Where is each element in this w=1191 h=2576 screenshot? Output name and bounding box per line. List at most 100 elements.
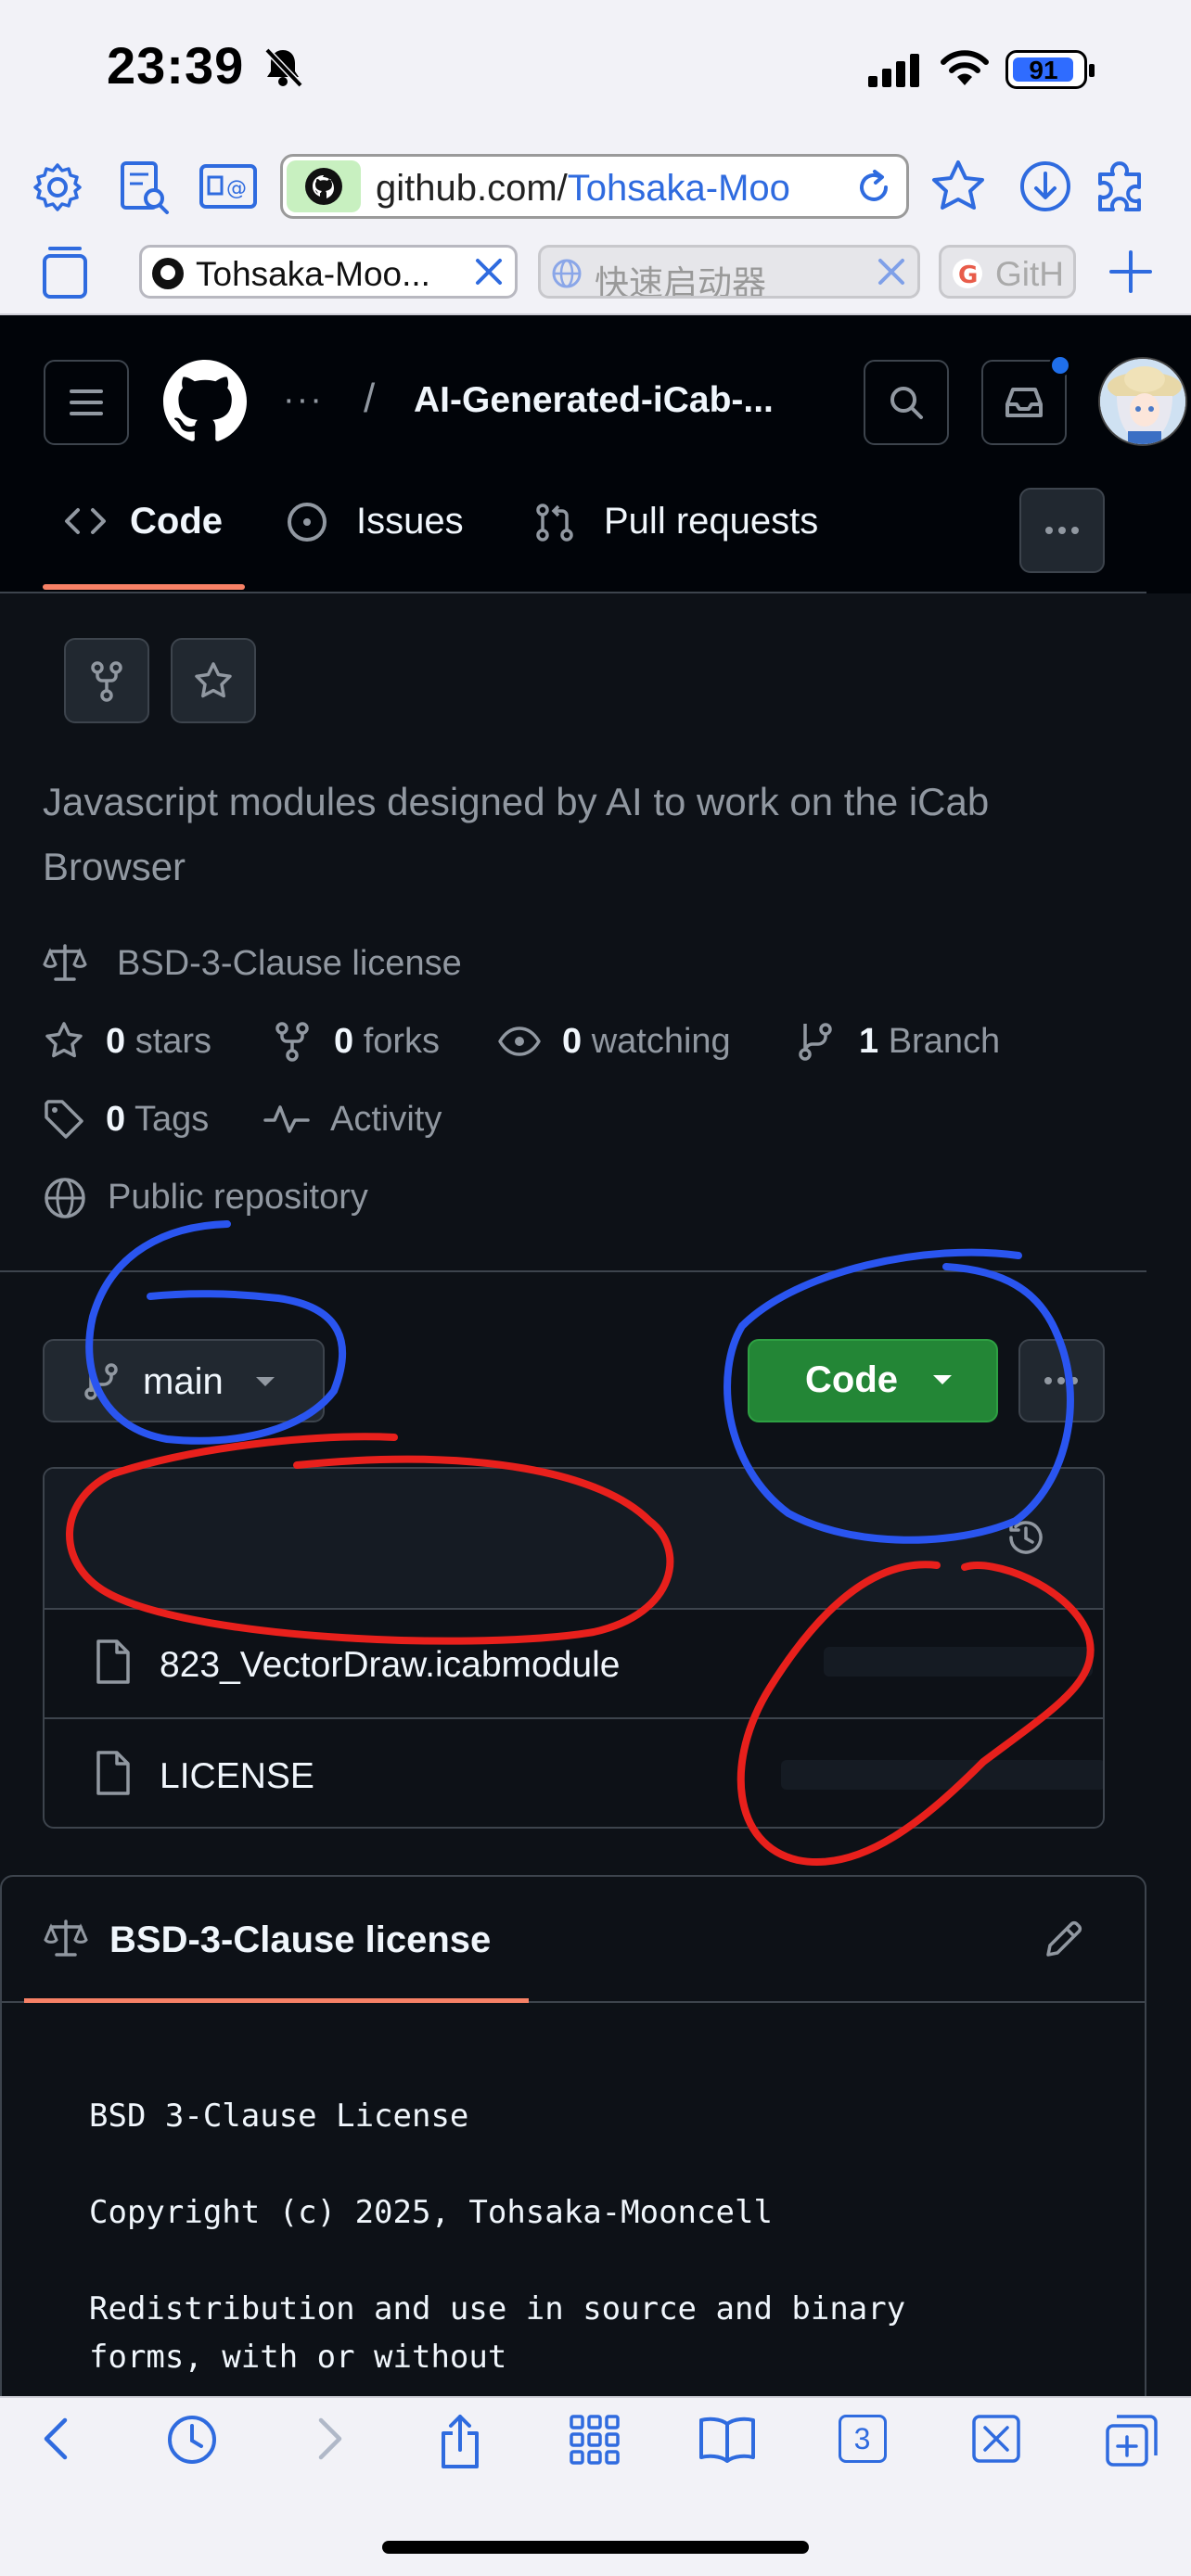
active-tab-underline xyxy=(43,584,245,590)
repo-forked-icon xyxy=(91,661,122,702)
kebab-horizontal-icon xyxy=(1044,1377,1078,1384)
svg-text:G: G xyxy=(958,261,978,289)
git-pull-request-icon xyxy=(536,504,573,542)
tab-google[interactable]: G GitH xyxy=(939,245,1076,299)
wifi-icon xyxy=(939,48,991,87)
new-tab-icon[interactable] xyxy=(1104,2413,1159,2468)
license-tab-title[interactable]: BSD-3-Clause license xyxy=(109,1919,491,1961)
hamburger-icon xyxy=(70,389,103,415)
close-tab-icon[interactable] xyxy=(873,253,910,290)
globe-icon xyxy=(45,1178,85,1218)
file-name[interactable]: LICENSE xyxy=(160,1756,314,1797)
nav-more-button[interactable] xyxy=(1019,488,1105,573)
loading-placeholder xyxy=(824,1647,1093,1677)
svg-text:@: @ xyxy=(226,177,247,200)
tab-pull-requests[interactable]: Pull requests xyxy=(533,501,818,542)
star-button[interactable] xyxy=(171,638,256,723)
code-download-button[interactable]: Code xyxy=(748,1339,998,1422)
close-tab-icon[interactable] xyxy=(970,2413,1022,2465)
silent-bell-icon xyxy=(260,45,306,91)
url-text: github.com/Tohsaka-Moo xyxy=(376,168,790,209)
branch-name: main xyxy=(143,1361,224,1402)
breadcrumb-overflow[interactable]: ··· xyxy=(283,380,324,420)
forks-link[interactable]: 0 forks xyxy=(271,1022,475,1068)
history-clock-icon[interactable] xyxy=(165,2413,219,2467)
menu-button[interactable] xyxy=(44,360,129,445)
globe-favicon-icon xyxy=(550,257,583,290)
star-icon xyxy=(45,1022,83,1058)
back-chevron-icon[interactable] xyxy=(33,2413,80,2465)
google-favicon-icon: G xyxy=(951,257,984,290)
list-item[interactable]: 823_VectorDraw.icabmodule xyxy=(45,1610,1103,1719)
stars-link[interactable]: 0 stars xyxy=(43,1022,247,1068)
extensions-puzzle-icon[interactable] xyxy=(1095,158,1165,213)
tab-count-button[interactable]: 3 xyxy=(839,2415,887,2463)
avatar[interactable] xyxy=(1098,357,1187,446)
github-logo-icon[interactable] xyxy=(163,360,247,443)
git-branch-icon xyxy=(799,1023,832,1061)
tab-quick-launcher[interactable]: 快速启动器 xyxy=(538,245,920,299)
close-tab-icon[interactable] xyxy=(470,253,507,290)
tab-label: GitH xyxy=(995,255,1064,293)
repo-description: Javascript modules designed by AI to wor… xyxy=(43,780,990,888)
status-time: 23:39 xyxy=(107,36,245,95)
branch-selector-button[interactable]: main xyxy=(43,1339,325,1422)
triangle-down-icon xyxy=(933,1375,952,1384)
law-icon xyxy=(43,944,87,981)
history-clock-icon xyxy=(1009,1521,1043,1554)
git-branch-icon xyxy=(84,1363,118,1400)
bookmarks-book-icon[interactable] xyxy=(698,2413,757,2465)
divider xyxy=(0,1270,1146,1272)
search-icon xyxy=(890,387,923,419)
url-bar[interactable]: github.com/Tohsaka-Moo xyxy=(280,154,909,219)
github-header xyxy=(0,315,1191,593)
list-item[interactable]: LICENSE xyxy=(45,1721,1103,1827)
file-icon xyxy=(96,1639,130,1684)
download-icon[interactable] xyxy=(1018,159,1072,213)
eye-icon xyxy=(498,1027,541,1056)
tab-issues[interactable]: Issues xyxy=(286,501,464,542)
tab-label: 快速启动器 xyxy=(595,264,766,299)
license-link[interactable]: BSD-3-Clause license xyxy=(43,944,599,990)
watching-link[interactable]: 0 watching xyxy=(497,1022,766,1068)
issue-opened-icon xyxy=(288,503,327,542)
new-tab-plus-icon[interactable] xyxy=(1106,247,1156,297)
license-line: forms, with or without xyxy=(89,2339,507,2376)
page-search-icon[interactable] xyxy=(119,159,171,217)
law-icon xyxy=(43,1918,89,1960)
branches-link[interactable]: 1 Branch xyxy=(796,1022,1037,1068)
tab-overview-icon[interactable] xyxy=(41,243,89,300)
search-button[interactable] xyxy=(864,360,949,445)
reader-at-icon[interactable]: @ xyxy=(198,163,258,210)
share-icon[interactable] xyxy=(436,2413,484,2470)
loading-placeholder xyxy=(781,1760,1103,1790)
active-tab-underline xyxy=(24,1998,529,2003)
code-brackets-icon xyxy=(65,508,106,534)
tab-label: Tohsaka-Moo... xyxy=(196,255,430,293)
battery-indicator: 91 xyxy=(1005,50,1095,89)
file-name[interactable]: 823_VectorDraw.icabmodule xyxy=(160,1645,620,1686)
grid-apps-icon[interactable] xyxy=(568,2413,621,2467)
forward-chevron-icon[interactable] xyxy=(306,2413,352,2465)
activity-link[interactable]: Activity xyxy=(263,1100,486,1146)
home-indicator xyxy=(382,2541,809,2554)
repo-name-link[interactable]: AI-Generated-iCab-... xyxy=(414,380,774,421)
edit-pencil-icon[interactable] xyxy=(1041,1916,1087,1962)
star-icon xyxy=(195,662,232,698)
pulse-icon xyxy=(263,1105,310,1133)
latest-commit-header xyxy=(45,1469,1103,1610)
license-line: Redistribution and use in source and bin… xyxy=(89,2290,906,2327)
tab-code[interactable]: Code xyxy=(63,501,223,542)
repo-more-button[interactable] xyxy=(1018,1339,1105,1422)
reload-icon[interactable] xyxy=(852,166,895,209)
file-list: 823_VectorDraw.icabmodule LICENSE xyxy=(43,1467,1105,1829)
kebab-horizontal-icon xyxy=(1045,527,1079,534)
tab-github-repo[interactable]: Tohsaka-Moo... xyxy=(139,245,518,299)
license-line: BSD 3-Clause License xyxy=(89,2098,469,2135)
fork-button[interactable] xyxy=(64,638,149,723)
tags-link[interactable]: 0 Tags xyxy=(43,1100,247,1146)
bookmark-star-icon[interactable] xyxy=(929,158,987,215)
settings-gear-icon[interactable] xyxy=(30,159,85,215)
license-line: Copyright (c) 2025, Tohsaka-Mooncell xyxy=(89,2194,773,2231)
notification-dot xyxy=(1049,354,1071,376)
